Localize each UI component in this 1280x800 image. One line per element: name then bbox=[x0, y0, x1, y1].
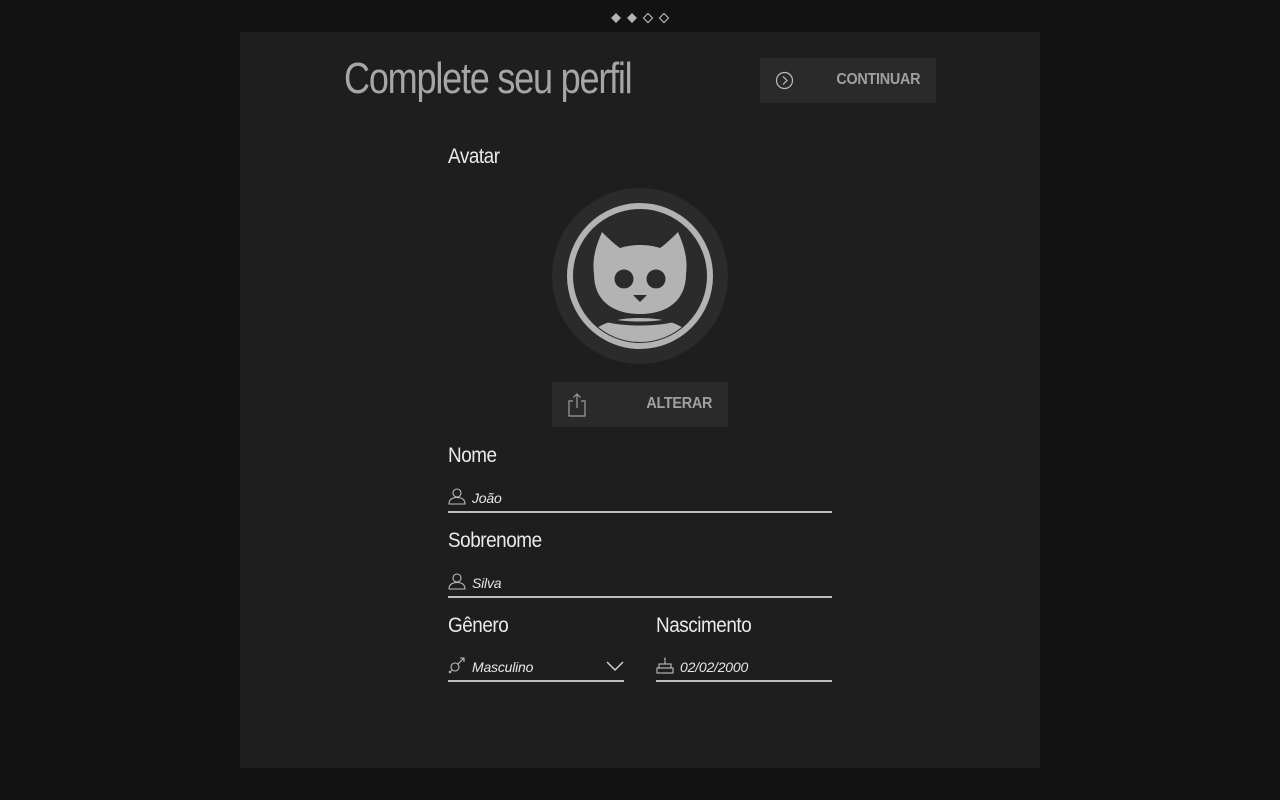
avatar bbox=[552, 188, 728, 364]
upload-share-icon bbox=[568, 393, 586, 417]
last-name-value: Silva bbox=[472, 575, 502, 591]
first-name-field[interactable]: João bbox=[448, 481, 832, 513]
gender-select[interactable]: Masculino bbox=[448, 650, 624, 682]
last-name-field[interactable]: Silva bbox=[448, 566, 832, 598]
user-icon bbox=[448, 488, 466, 505]
first-name-label: Nome bbox=[448, 444, 497, 467]
step-indicator bbox=[610, 11, 670, 25]
last-name-label: Sobrenome bbox=[448, 529, 542, 552]
step-1-filled-icon bbox=[611, 13, 621, 23]
continue-button-label: CONTINUAR bbox=[836, 71, 920, 88]
profile-panel: Complete seu perfil CONTINUAR Avatar ALT… bbox=[240, 32, 1040, 768]
chevron-down-icon bbox=[606, 661, 624, 672]
step-4-empty-icon bbox=[658, 12, 670, 24]
continue-button[interactable]: CONTINUAR bbox=[760, 58, 936, 103]
gender-value: Masculino bbox=[472, 659, 534, 675]
first-name-value: João bbox=[472, 490, 502, 506]
change-avatar-label: ALTERAR bbox=[646, 395, 712, 412]
cat-avatar-icon bbox=[567, 203, 713, 349]
step-3-empty-icon bbox=[642, 12, 654, 24]
birth-date-label: Nascimento bbox=[656, 614, 752, 637]
cake-icon bbox=[656, 657, 674, 674]
gender-label: Gênero bbox=[448, 614, 509, 637]
page-title: Complete seu perfil bbox=[344, 54, 633, 103]
avatar-section-label: Avatar bbox=[448, 145, 500, 168]
step-2-filled-icon bbox=[627, 13, 637, 23]
birth-date-value: 02/02/2000 bbox=[680, 659, 749, 675]
user-icon bbox=[448, 573, 466, 590]
change-avatar-button[interactable]: ALTERAR bbox=[552, 382, 728, 427]
chevron-right-circle-icon bbox=[775, 71, 794, 90]
gender-icon bbox=[448, 657, 465, 674]
birth-date-field[interactable]: 02/02/2000 bbox=[656, 650, 832, 682]
